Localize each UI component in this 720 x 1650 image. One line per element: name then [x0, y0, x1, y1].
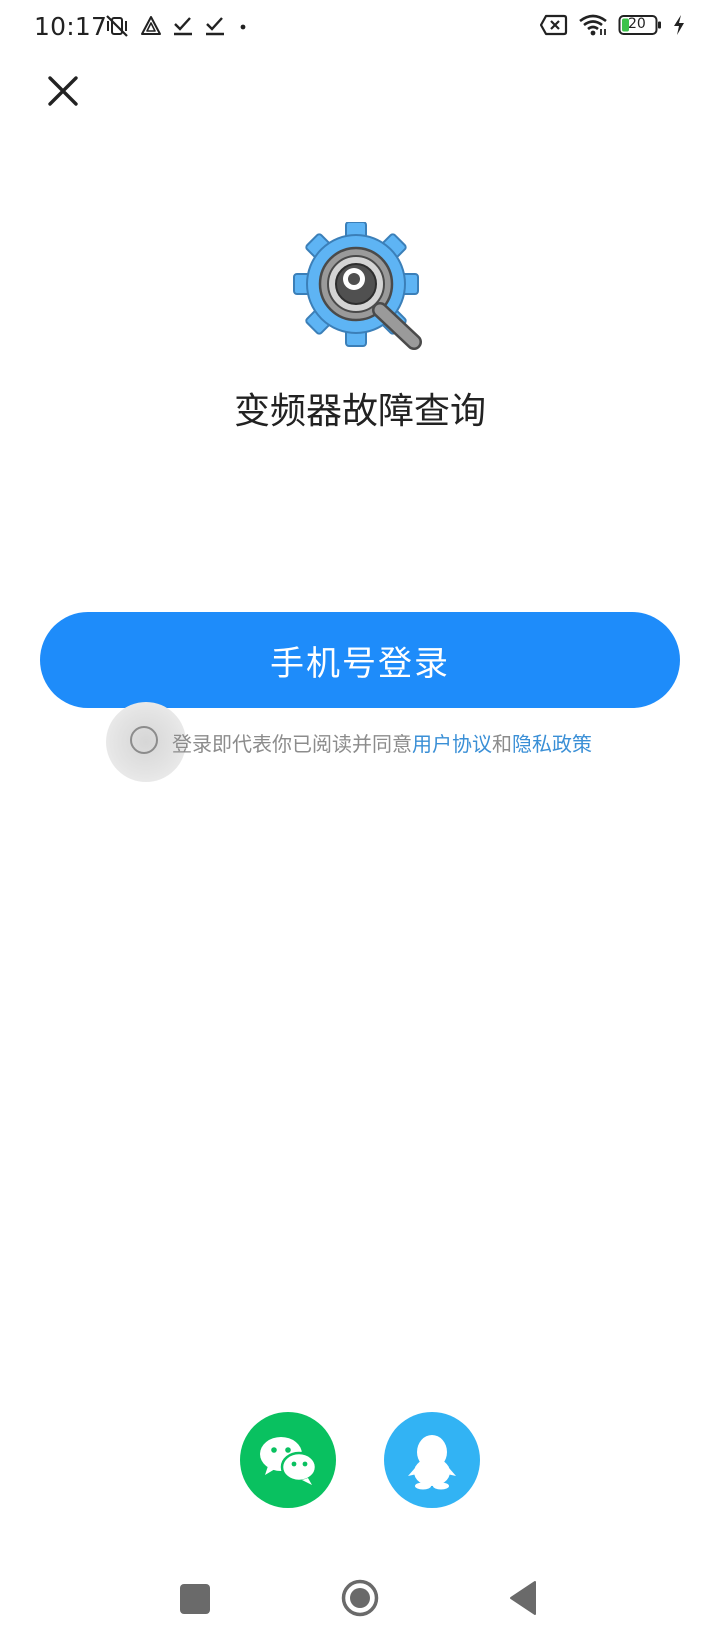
check-download-icon	[172, 15, 194, 37]
agreement-conjunction: 和	[492, 732, 512, 756]
battery-level: 20	[628, 16, 646, 32]
privacy-policy-link[interactable]: 隐私政策	[512, 732, 592, 756]
no-sim-icon	[540, 13, 568, 37]
qq-icon	[408, 1435, 456, 1490]
gear-magnifier-icon	[292, 221, 430, 360]
wifi-icon	[578, 13, 608, 37]
dot-icon	[236, 15, 250, 37]
agreement-text: 登录即代表你已阅读并同意用户协议和隐私政策	[172, 728, 592, 757]
status-time: 10:17	[34, 12, 108, 41]
status-left-icons	[104, 13, 250, 39]
wechat-icon	[260, 1437, 318, 1485]
close-button[interactable]	[44, 72, 82, 110]
user-agreement-link[interactable]: 用户协议	[412, 732, 492, 756]
app-title: 变频器故障查询	[233, 391, 486, 432]
recent-apps-button[interactable]	[180, 1584, 210, 1614]
home-icon	[341, 1579, 379, 1617]
agreement-row: 登录即代表你已阅读并同意用户协议和隐私政策	[106, 702, 666, 782]
back-button[interactable]	[508, 1580, 538, 1616]
home-button[interactable]	[340, 1578, 380, 1618]
wechat-login-button[interactable]	[240, 1412, 336, 1508]
back-icon	[510, 1581, 536, 1615]
status-right-icons: 20	[540, 13, 686, 37]
status-bar: 10:17 20	[0, 0, 720, 56]
phone-login-button[interactable]: 手机号登录	[40, 612, 680, 708]
agreement-prefix: 登录即代表你已阅读并同意	[172, 732, 412, 756]
system-nav-bar	[0, 1568, 720, 1638]
charging-icon	[672, 14, 686, 36]
qq-login-button[interactable]	[384, 1412, 480, 1508]
agree-checkbox[interactable]	[130, 726, 158, 754]
close-icon	[48, 76, 78, 106]
login-screen: 10:17 20 变频器故障查询 手机号登录 登录即代表你已阅读并同意用户协议和…	[0, 0, 720, 1650]
navigation-icon	[140, 15, 162, 37]
battery-icon: 20	[618, 14, 662, 36]
check-download-icon	[204, 15, 226, 37]
mute-vibrate-icon	[104, 13, 130, 39]
